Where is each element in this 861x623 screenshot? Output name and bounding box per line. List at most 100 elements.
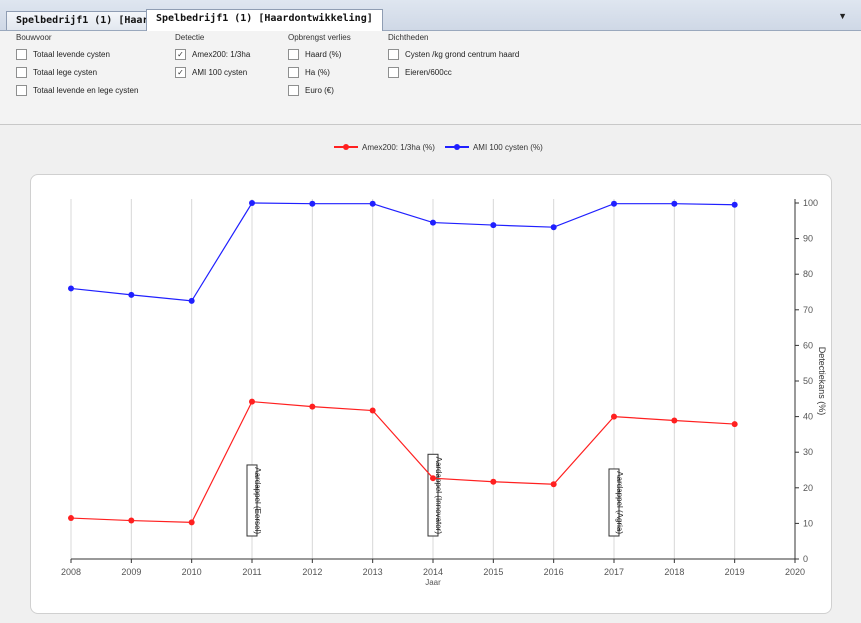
option-ami-100-cysten[interactable]: ✓ AMI 100 cysten (175, 63, 250, 81)
option-label[interactable]: Haard (%) (305, 50, 341, 59)
data-point-s2-2009[interactable] (128, 291, 135, 298)
legend-swatch-blue (444, 142, 469, 152)
x-tick-label-2019: 2019 (725, 567, 745, 577)
annotation-1: Aardappel (Eersel) (246, 464, 262, 537)
data-point-s2-2014[interactable] (430, 219, 436, 226)
data-point-s2-2017[interactable] (611, 200, 617, 207)
checkbox[interactable] (388, 66, 399, 78)
x-tick-label-2013: 2013 (363, 567, 383, 577)
data-point-s1-2013[interactable] (369, 407, 376, 414)
option-label[interactable]: Amex200: 1/3ha (192, 50, 250, 59)
data-point-s2-2016[interactable] (550, 224, 557, 231)
legend-swatch-red (334, 142, 358, 152)
data-point-s2-2008[interactable] (68, 285, 74, 292)
legend-label-amex200: Amex200: 1/3ha (%) (362, 142, 435, 152)
option-label[interactable]: Ha (%) (305, 68, 330, 77)
series-line-1 (70, 401, 735, 523)
data-point-s2-2011[interactable] (249, 200, 255, 206)
data-point-s1-2016[interactable] (550, 481, 557, 488)
x-tick-label-2018: 2018 (664, 567, 684, 577)
data-point-s2-2010[interactable] (188, 297, 195, 304)
group-detectie: Detectie ✓ Amex200: 1/3ha ✓ AMI 100 cyst… (175, 33, 250, 81)
annotation-text: Aardappel (Eersel) (253, 467, 262, 534)
checkbox[interactable] (16, 48, 27, 60)
checkbox[interactable] (16, 66, 27, 78)
data-point-s1-2011[interactable] (249, 398, 255, 405)
option-label[interactable]: Euro (€) (305, 86, 334, 95)
option-amex200[interactable]: ✓ Amex200: 1/3ha (175, 45, 250, 63)
dropdown-arrow-icon[interactable]: ▼ (838, 11, 847, 21)
option-eieren-600cc[interactable]: Eieren/600cc (388, 63, 519, 81)
tab-strip: Spelbedrijf1 (1) [Haard] Spelbedrijf1 (1… (0, 0, 861, 31)
tab-haardontwikkeling[interactable]: Spelbedrijf1 (1) [Haardontwikkeling] (146, 9, 383, 31)
annotation-2: Aardappel (Innovator) (427, 453, 443, 537)
data-point-s2-2013[interactable] (369, 200, 376, 207)
x-tick-label-2008: 2008 (61, 567, 81, 577)
option-totaal-lege-cysten[interactable]: Totaal lege cysten (16, 63, 138, 81)
group-opbrengst-verlies: Opbrengst verlies Haard (%) Ha (%) Euro … (288, 33, 351, 99)
option-label[interactable]: Cysten /kg grond centrum haard (405, 50, 519, 59)
option-totaal-levende-en-lege-cysten[interactable]: Totaal levende en lege cysten (16, 81, 138, 99)
x-tick-label-2014: 2014 (423, 567, 443, 577)
data-point-s1-2019[interactable] (731, 421, 738, 428)
data-point-s2-2018[interactable] (671, 200, 678, 207)
option-label[interactable]: Totaal lege cysten (33, 68, 97, 77)
option-label[interactable]: Totaal levende cysten (33, 50, 110, 59)
data-point-s1-2012[interactable] (309, 403, 316, 410)
y-tick-label-20: 20 (803, 483, 813, 493)
options-panel: Bouwvoor Totaal levende cysten Totaal le… (0, 31, 861, 125)
line-chart: 2008 2009 2010 2011 2012 2013 2014 2015 2016 2017… (61, 198, 827, 587)
option-label[interactable]: Totaal levende en lege cysten (33, 86, 138, 95)
checkbox[interactable] (288, 84, 299, 96)
checkbox[interactable] (288, 66, 299, 78)
group-bouwvoor: Bouwvoor Totaal levende cysten Totaal le… (16, 33, 138, 99)
annotation-text: Aardappel (Agria) (615, 471, 624, 534)
checkbox[interactable] (288, 48, 299, 60)
legend-item-ami100[interactable]: AMI 100 cysten (%) (444, 142, 543, 152)
checkbox[interactable]: ✓ (175, 66, 186, 78)
data-point-s1-2015[interactable] (490, 478, 497, 485)
group-dichtheden: Dichtheden Cysten /kg grond centrum haar… (388, 33, 519, 81)
data-point-s2-2012[interactable] (309, 200, 316, 207)
data-point-s2-2015[interactable] (490, 222, 497, 229)
data-point-s1-2009[interactable] (128, 517, 135, 524)
option-euro[interactable]: Euro (€) (288, 81, 351, 99)
option-totaal-levende-cysten[interactable]: Totaal levende cysten (16, 45, 138, 63)
data-point-s1-2017[interactable] (611, 413, 617, 420)
legend-label-ami100: AMI 100 cysten (%) (472, 142, 543, 152)
option-haard-pct[interactable]: Haard (%) (288, 45, 351, 63)
legend-dot (343, 144, 349, 150)
y-tick-label-100: 100 (803, 198, 818, 208)
checkbox[interactable] (16, 84, 27, 96)
y-tick-label-30: 30 (803, 447, 813, 457)
x-tick-label-2015: 2015 (483, 567, 503, 577)
option-label[interactable]: Eieren/600cc (405, 68, 452, 77)
x-tick-label-2017: 2017 (604, 567, 624, 577)
y-tick-label-50: 50 (803, 376, 813, 386)
checkbox[interactable] (388, 48, 399, 60)
x-axis-label: Jaar (425, 578, 441, 587)
x-tick-label-2012: 2012 (302, 567, 322, 577)
option-cysten-per-kg[interactable]: Cysten /kg grond centrum haard (388, 45, 519, 63)
y-tick-label-70: 70 (803, 305, 813, 315)
y-tick-label-90: 90 (803, 234, 813, 244)
legend-item-amex200[interactable]: Amex200: 1/3ha (%) (334, 142, 435, 152)
option-label[interactable]: AMI 100 cysten (192, 68, 247, 77)
data-point-s1-2010[interactable] (188, 519, 195, 526)
y-tick-label-60: 60 (803, 340, 813, 350)
y-tick-label-10: 10 (803, 518, 813, 528)
data-point-s1-2014[interactable] (430, 475, 436, 482)
checkbox[interactable]: ✓ (175, 48, 186, 60)
option-ha-pct[interactable]: Ha (%) (288, 63, 351, 81)
group-title-detectie: Detectie (175, 33, 205, 42)
group-title-opbrengst: Opbrengst verlies (288, 33, 351, 42)
series-line-2 (70, 202, 735, 302)
x-tick-label-2010: 2010 (182, 567, 202, 577)
data-point-s1-2018[interactable] (671, 417, 678, 424)
data-point-s2-2019[interactable] (731, 201, 738, 208)
y-tick-label-40: 40 (803, 412, 813, 422)
group-title-dichtheden: Dichtheden (388, 33, 429, 42)
data-point-s1-2008[interactable] (68, 515, 74, 522)
x-tick-label-2011: 2011 (242, 567, 261, 577)
y-axis-label: Detectiekans (%) (817, 347, 827, 416)
